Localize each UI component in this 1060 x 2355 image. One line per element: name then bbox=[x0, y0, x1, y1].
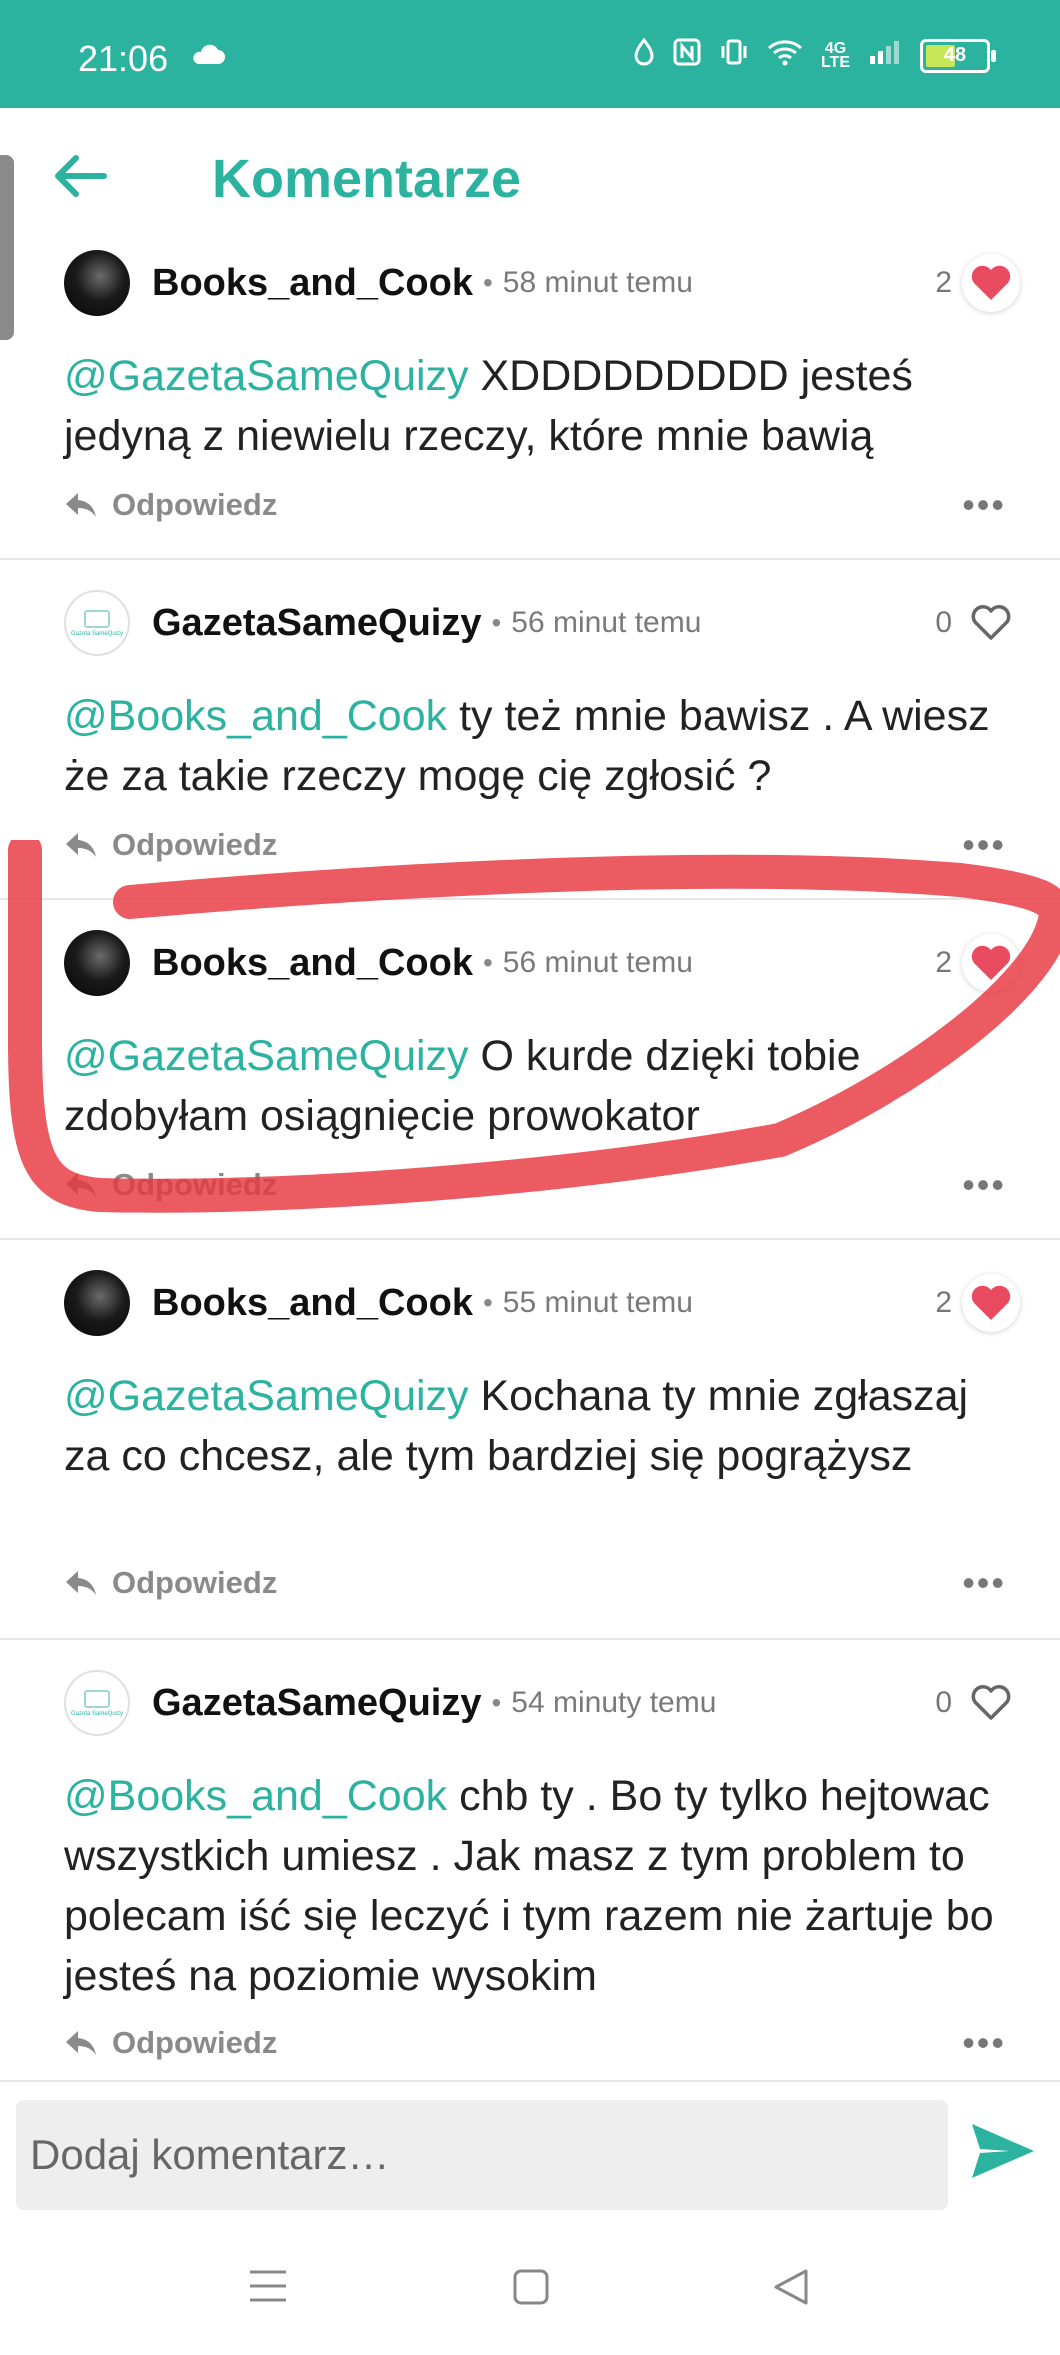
comment-text: @GazetaSameQuizy XDDDDDDDDD jesteś jedyn… bbox=[64, 346, 1024, 466]
heart-filled-icon[interactable] bbox=[962, 254, 1020, 312]
comment-author[interactable]: Books_and_Cook bbox=[152, 262, 473, 305]
volte-label: LTE bbox=[820, 53, 850, 71]
more-options-icon[interactable]: ••• bbox=[962, 2022, 1006, 2064]
reply-button[interactable]: Odpowiedz bbox=[64, 1565, 277, 1601]
reply-button[interactable]: Odpowiedz bbox=[64, 487, 277, 523]
back-triangle-icon[interactable] bbox=[772, 2268, 810, 2311]
send-icon[interactable] bbox=[970, 2122, 1036, 2185]
reply-button[interactable]: Odpowiedz bbox=[64, 2025, 277, 2061]
separator-dot: • bbox=[491, 607, 502, 638]
reply-icon bbox=[66, 1571, 96, 1595]
comment-time: 54 minuty temu bbox=[511, 1686, 717, 1719]
status-bar: 21:06 4G LTE 48 bbox=[0, 0, 1060, 108]
avatar[interactable] bbox=[64, 1270, 130, 1336]
reply-label: Odpowiedz bbox=[112, 1565, 278, 1600]
comment-time: 58 minut temu bbox=[502, 266, 693, 299]
comment-input[interactable]: Dodaj komentarz… bbox=[16, 2100, 948, 2210]
heart-filled-icon[interactable] bbox=[962, 1274, 1020, 1332]
more-options-icon[interactable]: ••• bbox=[962, 484, 1006, 526]
reply-icon bbox=[66, 493, 96, 517]
reply-label: Odpowiedz bbox=[112, 487, 278, 522]
avatar[interactable]: Gazeta SameQuizy bbox=[64, 590, 130, 656]
comment-author[interactable]: GazetaSameQuizy bbox=[152, 602, 481, 645]
mention-link[interactable]: @GazetaSameQuizy bbox=[64, 1372, 469, 1420]
reply-label: Odpowiedz bbox=[112, 2025, 278, 2060]
comment-text: @Books_and_Cook ty też mnie bawisz . A w… bbox=[64, 686, 1024, 806]
mention-link[interactable]: @GazetaSameQuizy bbox=[64, 352, 469, 400]
separator-dot: • bbox=[491, 1687, 502, 1718]
nfc-icon bbox=[673, 38, 701, 73]
more-options-icon[interactable]: ••• bbox=[962, 1562, 1006, 1604]
comment-author[interactable]: Books_and_Cook bbox=[152, 1282, 473, 1325]
comment-item: Books_and_Cook • 58 minut temu 2 @Gazeta… bbox=[0, 248, 1060, 560]
status-icons: 4G LTE 48 bbox=[633, 37, 996, 73]
comment-time: 56 minut temu bbox=[511, 606, 702, 639]
comment-text: @GazetaSameQuizy Kochana ty mnie zgłasza… bbox=[64, 1366, 1024, 1486]
system-nav-bar bbox=[0, 2230, 1060, 2355]
like-count: 2 bbox=[935, 1286, 952, 1319]
red-highlight-annotation bbox=[7, 840, 1060, 1213]
comment-time: 55 minut temu bbox=[502, 1286, 693, 1319]
like-count: 0 bbox=[935, 606, 952, 639]
home-icon[interactable] bbox=[512, 2268, 550, 2311]
mention-link[interactable]: @Books_and_Cook bbox=[64, 1772, 447, 1820]
battery-level: 48 bbox=[943, 44, 967, 66]
comment-text: @Books_and_Cook chb ty . Bo ty tylko hej… bbox=[64, 1766, 1024, 2006]
signal-icon bbox=[868, 38, 902, 73]
comment-author[interactable]: GazetaSameQuizy bbox=[152, 1682, 481, 1725]
like-count: 0 bbox=[935, 1686, 952, 1719]
status-time: 21:06 bbox=[78, 38, 169, 79]
avatar[interactable] bbox=[64, 250, 130, 316]
volte-icon: 4G LTE bbox=[820, 40, 850, 71]
avatar[interactable]: Gazeta SameQuizy bbox=[64, 1670, 130, 1736]
heart-outline-icon[interactable] bbox=[962, 1674, 1020, 1732]
comment-input-bar: Dodaj komentarz… bbox=[0, 2080, 1060, 2232]
separator-dot: • bbox=[482, 1287, 493, 1318]
page-title: Komentarze bbox=[212, 149, 522, 209]
back-arrow-icon[interactable] bbox=[52, 152, 108, 205]
battery-icon: 48 bbox=[920, 38, 996, 73]
wifi-icon bbox=[767, 38, 803, 73]
data-saver-icon bbox=[633, 37, 655, 73]
vibrate-icon bbox=[719, 38, 749, 73]
menu-icon[interactable] bbox=[248, 2268, 288, 2309]
reply-icon bbox=[66, 2031, 96, 2055]
separator-dot: • bbox=[482, 267, 493, 298]
cloud-icon bbox=[190, 44, 226, 71]
like-count: 2 bbox=[935, 266, 952, 299]
comment-item: Books_and_Cook • 55 minut temu 2 @Gazeta… bbox=[0, 1238, 1060, 1640]
comment-item: Gazeta SameQuizy GazetaSameQuizy • 54 mi… bbox=[0, 1638, 1060, 2080]
header: Komentarze bbox=[0, 108, 1060, 248]
mention-link[interactable]: @Books_and_Cook bbox=[64, 692, 447, 740]
heart-outline-icon[interactable] bbox=[962, 594, 1020, 652]
